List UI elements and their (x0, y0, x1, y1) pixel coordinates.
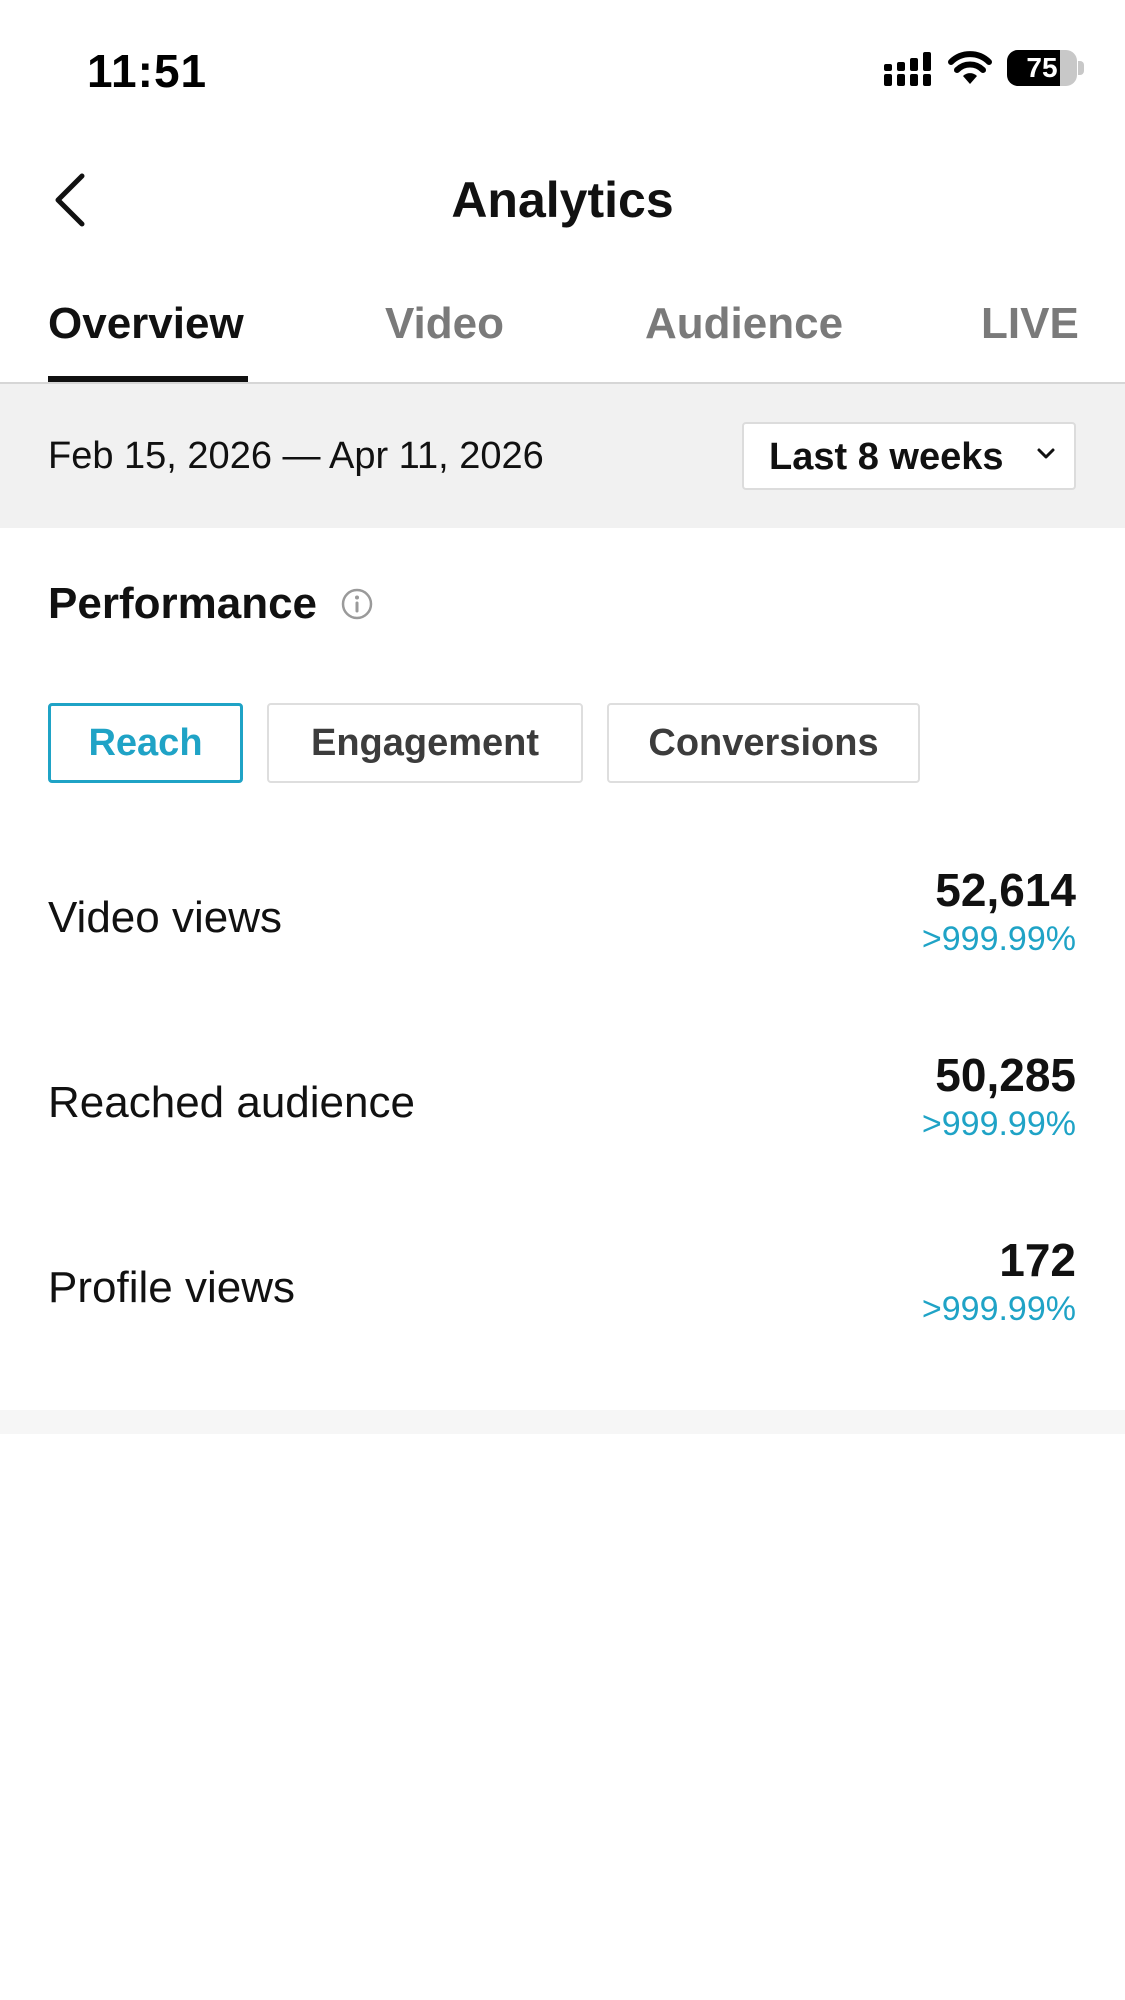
battery-level: 75 (1026, 52, 1058, 83)
period-dropdown[interactable]: Last 8 weeks (742, 422, 1076, 490)
tab-bar: Overview Video Audience LIVE (0, 290, 1125, 384)
metric-label: Reached audience (48, 1078, 415, 1127)
date-range-bar: Feb 15, 2026 — Apr 11, 2026 Last 8 weeks (0, 384, 1125, 528)
metric-row-profile-views: Profile views 172 >999.99% (0, 1232, 1125, 1342)
metric-row-reached-audience: Reached audience 50,285 >999.99% (0, 1047, 1125, 1157)
section-divider (0, 1410, 1125, 1434)
period-dropdown-label: Last 8 weeks (769, 436, 1004, 478)
page-title: Analytics (451, 172, 674, 228)
signal-icon (884, 52, 931, 86)
metric-change: >999.99% (921, 920, 1076, 958)
status-time: 11:51 (87, 45, 208, 97)
metric-value: 52,614 (935, 864, 1076, 916)
info-icon[interactable] (340, 587, 374, 621)
section-title-performance: Performance (48, 579, 318, 628)
tab-video[interactable]: Video (385, 296, 504, 352)
metric-label: Video views (48, 893, 282, 942)
battery-tip (1078, 61, 1084, 75)
filter-chip-reach[interactable]: Reach (48, 703, 243, 783)
metric-value: 172 (999, 1234, 1076, 1286)
status-bar: 11:51 75 (0, 0, 1125, 140)
tab-live[interactable]: LIVE (981, 296, 1079, 352)
metric-label: Profile views (48, 1263, 295, 1312)
tab-audience[interactable]: Audience (645, 296, 843, 352)
battery-icon: 75 (1007, 50, 1084, 86)
filter-chip-conversions[interactable]: Conversions (607, 703, 920, 783)
tab-overview[interactable]: Overview (48, 296, 244, 352)
date-range-text: Feb 15, 2026 — Apr 11, 2026 (48, 435, 544, 477)
chevron-down-icon (1037, 448, 1055, 459)
filter-chip-engagement[interactable]: Engagement (267, 703, 583, 783)
metric-row-video-views: Video views 52,614 >999.99% (0, 862, 1125, 972)
active-tab-indicator (48, 376, 248, 382)
wifi-icon (948, 51, 992, 84)
metric-change: >999.99% (921, 1105, 1076, 1143)
metric-value: 50,285 (935, 1049, 1076, 1101)
battery-body: 75 (1007, 50, 1077, 86)
metric-change: >999.99% (921, 1290, 1076, 1328)
chevron-left-icon[interactable] (48, 168, 96, 232)
